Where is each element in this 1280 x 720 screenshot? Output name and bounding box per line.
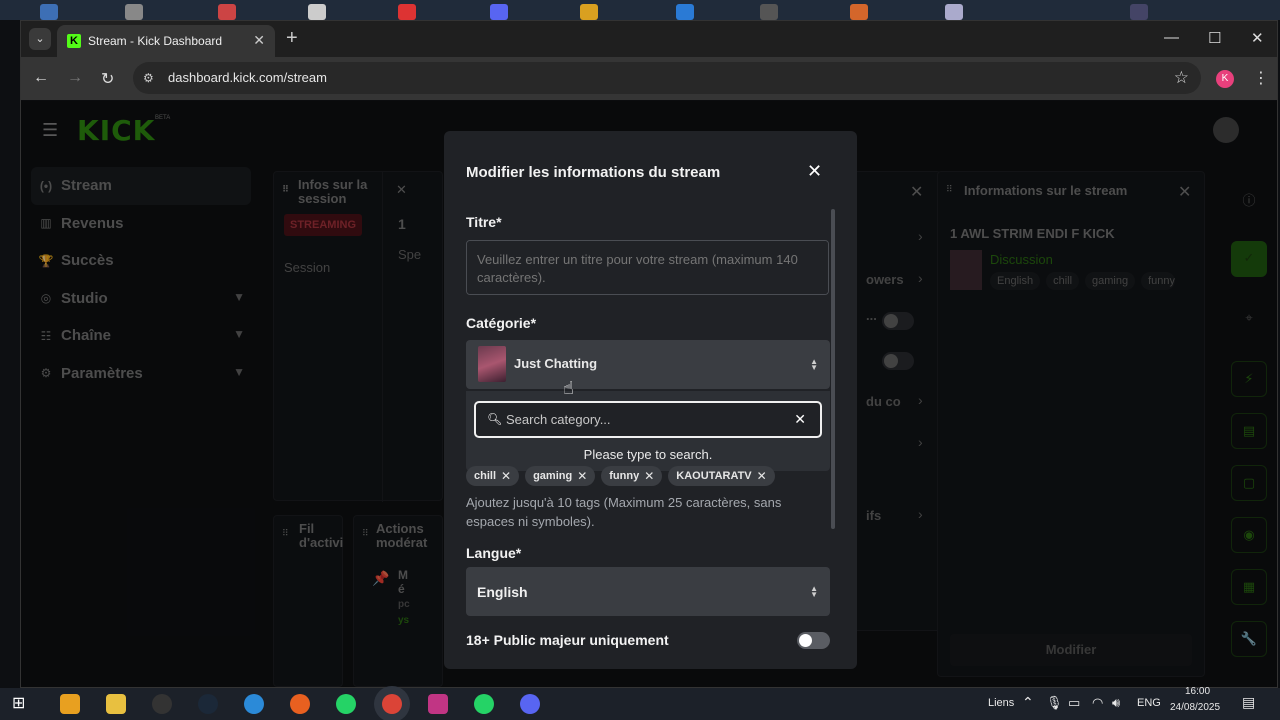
notifications-icon[interactable]: ▤ (1242, 694, 1255, 711)
select-arrows-icon: ▲ ▼ (810, 357, 818, 372)
steam-icon[interactable] (198, 694, 218, 714)
browser-tab[interactable]: K Stream - Kick Dashboard ✕ (57, 25, 275, 57)
adult-content-label: 18+ Public majeur uniquement (466, 632, 669, 648)
mouse-cursor-icon: ☝ (563, 378, 574, 398)
back-icon[interactable]: ← (33, 69, 49, 87)
adult-content-toggle[interactable] (797, 632, 830, 649)
browser-window: ⌄ K Stream - Kick Dashboard ✕ + — ☐ ✕ ← … (20, 20, 1278, 688)
desktop-shortcut-icon[interactable] (760, 4, 778, 20)
language-field-label: Langue* (466, 545, 522, 561)
tab-close-icon[interactable]: ✕ (253, 32, 265, 49)
edit-stream-info-modal: Modifier les informations du stream ✕ Ti… (444, 131, 857, 669)
category-field-label: Catégorie* (466, 315, 537, 331)
bookmark-star-icon[interactable]: ☆ (1174, 68, 1189, 88)
close-icon[interactable]: ✕ (807, 161, 822, 182)
tab-title: Stream - Kick Dashboard (88, 34, 223, 48)
stream-title-field[interactable] (466, 240, 829, 295)
tab-bar: ⌄ K Stream - Kick Dashboard ✕ + — ☐ ✕ (21, 21, 1277, 57)
chevron-up-icon[interactable]: ⌃ (1022, 694, 1034, 711)
language-selected-value: English (477, 584, 528, 600)
tag-chip: chill ✕ (466, 466, 520, 486)
chrome-icon[interactable] (382, 694, 402, 714)
desktop-shortcut-icon[interactable] (1130, 4, 1148, 20)
category-thumbnail (478, 346, 506, 382)
window-close-icon[interactable]: ✕ (1251, 29, 1264, 47)
address-bar: ← → ↻ ⚙ dashboard.kick.com/stream ☆ K ⋮ (21, 57, 1277, 100)
search-hint-text: Please type to search. (583, 447, 713, 462)
modal-title: Modifier les informations du stream (466, 164, 721, 181)
category-select[interactable]: Just Chatting ▲ ▼ (466, 340, 830, 389)
kick-favicon-icon: K (67, 34, 81, 48)
desktop-shortcut-icon[interactable] (945, 4, 963, 20)
title-field-label: Titre* (466, 214, 502, 230)
desktop-shortcut-icon[interactable] (40, 4, 58, 20)
tab-search-button[interactable]: ⌄ (29, 28, 51, 50)
clear-search-icon[interactable]: ✕ (794, 411, 806, 428)
desktop-shortcut-icon[interactable] (850, 4, 868, 20)
remove-tag-icon[interactable]: ✕ (501, 469, 511, 483)
desktop-shortcut-icon[interactable] (490, 4, 508, 20)
new-tab-icon[interactable]: + (286, 27, 298, 50)
desktop-shortcut-icon[interactable] (398, 4, 416, 20)
minimize-icon[interactable]: — (1164, 29, 1179, 46)
profile-avatar[interactable]: K (1216, 70, 1234, 88)
language-select[interactable]: English ▲ ▼ (466, 567, 830, 616)
remove-tag-icon[interactable]: ✕ (644, 469, 654, 483)
desktop-shortcut-icon[interactable] (125, 4, 143, 20)
edge-icon[interactable] (244, 694, 264, 714)
windows-taskbar: ⊞ Liens ⌃ 🎙︎ ▭ ◠ 🔊︎ ENG 16:00 24/08/2025… (0, 686, 1280, 720)
category-selected-value: Just Chatting (514, 356, 598, 371)
tag-label: chill (474, 470, 497, 482)
desktop-shortcut-icon[interactable] (580, 4, 598, 20)
browser-menu-icon[interactable]: ⋮ (1253, 68, 1269, 88)
tags-helper-text: Ajoutez jusqu'à 10 tags (Maximum 25 cara… (466, 495, 782, 529)
windows-start-icon[interactable]: ⊞ (12, 694, 32, 714)
battery-icon[interactable]: ▭ (1068, 695, 1080, 711)
whatsapp-web-icon[interactable] (474, 694, 494, 714)
microphone-icon[interactable]: 🎙︎ (1046, 695, 1063, 711)
tag-chip: funny ✕ (601, 466, 663, 486)
store-icon[interactable] (60, 694, 80, 714)
search-icon: 🔍︎ (487, 412, 503, 426)
firefox-icon[interactable] (290, 694, 310, 714)
app-icon[interactable] (152, 694, 172, 714)
input-language[interactable]: ENG (1137, 697, 1161, 709)
file-explorer-icon[interactable] (106, 694, 126, 714)
clock-time[interactable]: 16:00 (1185, 686, 1210, 697)
desktop-shortcut-icon[interactable] (676, 4, 694, 20)
wifi-icon[interactable]: ◠ (1092, 695, 1103, 711)
tag-label: funny (609, 470, 640, 482)
url-text[interactable]: dashboard.kick.com/stream (168, 70, 327, 85)
maximize-icon[interactable]: ☐ (1208, 29, 1221, 47)
url-field[interactable]: ⚙ dashboard.kick.com/stream ☆ (133, 62, 1201, 94)
forward-icon[interactable]: → (67, 69, 83, 87)
tag-label: KAOUTARATV (676, 470, 752, 482)
desktop-background (0, 0, 1280, 20)
instagram-icon[interactable] (428, 694, 448, 714)
desktop-shortcut-icon[interactable] (308, 4, 326, 20)
tags-list: chill ✕ gaming ✕ funny ✕ KAOUTARATV ✕ (466, 466, 775, 486)
remove-tag-icon[interactable]: ✕ (577, 469, 587, 483)
tag-chip: gaming ✕ (525, 466, 596, 486)
clock-date[interactable]: 24/08/2025 (1170, 702, 1220, 713)
volume-icon[interactable]: 🔊︎ (1112, 695, 1120, 711)
desktop-shortcut-icon[interactable] (218, 4, 236, 20)
whatsapp-icon[interactable] (336, 694, 356, 714)
links-toolbar-label[interactable]: Liens (988, 697, 1014, 709)
tag-label: gaming (533, 470, 573, 482)
site-info-icon[interactable]: ⚙ (143, 71, 154, 85)
category-search-input[interactable] (506, 412, 786, 427)
reload-icon[interactable]: ↻ (101, 69, 114, 89)
category-search-box[interactable]: 🔍︎ ✕ (474, 401, 822, 438)
discord-icon[interactable] (520, 694, 540, 714)
category-dropdown: 🔍︎ ✕ Please type to search. (466, 391, 830, 471)
tag-chip: KAOUTARATV ✕ (668, 466, 775, 486)
modal-scrollbar[interactable] (831, 209, 835, 529)
select-arrows-icon: ▲ ▼ (810, 584, 818, 599)
remove-tag-icon[interactable]: ✕ (757, 469, 767, 483)
